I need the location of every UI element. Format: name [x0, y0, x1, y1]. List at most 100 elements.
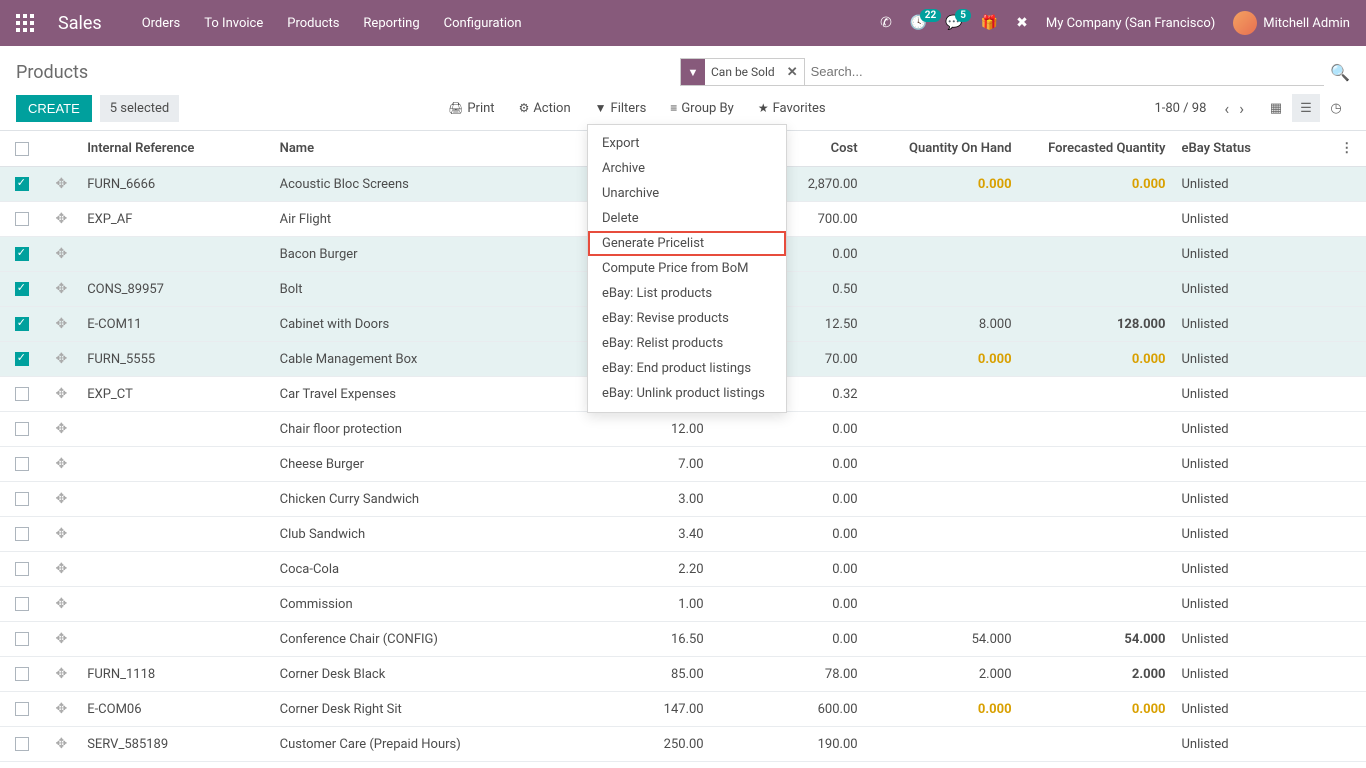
drag-handle-icon[interactable]: ✥ — [56, 351, 68, 367]
drag-handle-icon[interactable]: ✥ — [56, 526, 68, 542]
tools-icon[interactable]: ✖ — [1016, 15, 1028, 31]
view-kanban[interactable]: ▦ — [1262, 94, 1290, 122]
row-checkbox[interactable] — [15, 247, 29, 261]
search-input[interactable] — [805, 58, 1324, 86]
nav-item-products[interactable]: Products — [287, 16, 339, 31]
app-title[interactable]: Sales — [58, 13, 102, 34]
search-icon[interactable]: 🔍 — [1330, 63, 1350, 82]
drag-handle-icon[interactable]: ✥ — [56, 666, 68, 682]
create-button[interactable]: CREATE — [16, 95, 92, 122]
user-menu[interactable]: Mitchell Admin — [1233, 11, 1350, 35]
selected-count[interactable]: 5 selected — [100, 95, 179, 122]
cell-qty — [866, 447, 1020, 482]
row-checkbox[interactable] — [15, 317, 29, 331]
row-checkbox[interactable] — [15, 562, 29, 576]
action-button[interactable]: ⚙Action — [519, 101, 571, 116]
header-fqty[interactable]: Forecasted Quantity — [1020, 131, 1174, 167]
row-checkbox[interactable] — [15, 177, 29, 191]
action-item-export[interactable]: Export — [588, 131, 786, 156]
row-checkbox[interactable] — [15, 457, 29, 471]
row-checkbox[interactable] — [15, 737, 29, 751]
apps-icon[interactable] — [16, 14, 34, 32]
cell-cost: 0.00 — [712, 412, 866, 447]
groupby-button[interactable]: ≡Group By — [670, 101, 734, 116]
row-checkbox[interactable] — [15, 702, 29, 716]
cell-qty — [866, 237, 1020, 272]
drag-handle-icon[interactable]: ✥ — [56, 596, 68, 612]
drag-handle-icon[interactable]: ✥ — [56, 281, 68, 297]
favorites-button[interactable]: ★Favorites — [758, 101, 826, 116]
row-checkbox[interactable] — [15, 387, 29, 401]
print-button[interactable]: 🖨Print — [448, 101, 494, 116]
action-item-unarchive[interactable]: Unarchive — [588, 181, 786, 206]
row-checkbox[interactable] — [15, 492, 29, 506]
nav-item-configuration[interactable]: Configuration — [444, 16, 522, 31]
row-checkbox[interactable] — [15, 422, 29, 436]
cell-qty — [866, 517, 1020, 552]
action-item-ebay-revise-products[interactable]: eBay: Revise products — [588, 306, 786, 331]
action-item-compute-price-from-bom[interactable]: Compute Price from BoM — [588, 256, 786, 281]
facet-remove[interactable]: ✕ — [781, 65, 804, 80]
action-item-generate-pricelist[interactable]: Generate Pricelist — [588, 231, 786, 256]
table-row[interactable]: ✥Commission1.000.00Unlisted — [0, 587, 1366, 622]
row-checkbox[interactable] — [15, 352, 29, 366]
drag-handle-icon[interactable]: ✥ — [56, 421, 68, 437]
pager[interactable]: 1-80 / 98 — [1154, 101, 1206, 116]
row-checkbox[interactable] — [15, 597, 29, 611]
table-row[interactable]: ✥Customizable Desk (CONFIG)750.000.00345… — [0, 762, 1366, 765]
nav-item-orders[interactable]: Orders — [142, 16, 181, 31]
drag-handle-icon[interactable]: ✥ — [56, 491, 68, 507]
table-row[interactable]: ✥FURN_1118Corner Desk Black85.0078.002.0… — [0, 657, 1366, 692]
table-row[interactable]: ✥Coca-Cola2.200.00Unlisted — [0, 552, 1366, 587]
column-options[interactable]: ⋮ — [1340, 141, 1353, 156]
filters-button[interactable]: ▼Filters — [595, 101, 647, 116]
gift-icon[interactable]: 🎁 — [981, 15, 998, 31]
company-selector[interactable]: My Company (San Francisco) — [1046, 16, 1215, 31]
pager-next[interactable]: › — [1239, 99, 1244, 118]
row-checkbox[interactable] — [15, 212, 29, 226]
header-name[interactable]: Name — [272, 131, 631, 167]
drag-handle-icon[interactable]: ✥ — [56, 176, 68, 192]
table-row[interactable]: ✥Conference Chair (CONFIG)16.500.0054.00… — [0, 622, 1366, 657]
nav-item-to-invoice[interactable]: To Invoice — [204, 16, 263, 31]
action-item-ebay-end-product-listings[interactable]: eBay: End product listings — [588, 356, 786, 381]
row-checkbox[interactable] — [15, 527, 29, 541]
nav-menu: Orders To Invoice Products Reporting Configu… — [142, 16, 522, 31]
action-item-ebay-unlink-product-listings[interactable]: eBay: Unlink product listings — [588, 381, 786, 406]
header-qty[interactable]: Quantity On Hand — [866, 131, 1020, 167]
table-row[interactable]: ✥E-COM06Corner Desk Right Sit147.00600.0… — [0, 692, 1366, 727]
row-checkbox[interactable] — [15, 667, 29, 681]
cell-price: 12.00 — [631, 412, 712, 447]
nav-item-reporting[interactable]: Reporting — [363, 16, 419, 31]
drag-handle-icon[interactable]: ✥ — [56, 561, 68, 577]
drag-handle-icon[interactable]: ✥ — [56, 701, 68, 717]
table-row[interactable]: ✥Club Sandwich3.400.00Unlisted — [0, 517, 1366, 552]
phone-icon[interactable]: ✆ — [880, 15, 892, 31]
action-item-ebay-relist-products[interactable]: eBay: Relist products — [588, 331, 786, 356]
view-activity[interactable]: ◷ — [1322, 94, 1350, 122]
action-item-archive[interactable]: Archive — [588, 156, 786, 181]
drag-handle-icon[interactable]: ✥ — [56, 246, 68, 262]
action-item-ebay-list-products[interactable]: eBay: List products — [588, 281, 786, 306]
header-ebay[interactable]: eBay Status — [1173, 131, 1327, 167]
table-row[interactable]: ✥SERV_585189Customer Care (Prepaid Hours… — [0, 727, 1366, 762]
table-row[interactable]: ✥Cheese Burger7.000.00Unlisted — [0, 447, 1366, 482]
drag-handle-icon[interactable]: ✥ — [56, 631, 68, 647]
drag-handle-icon[interactable]: ✥ — [56, 316, 68, 332]
drag-handle-icon[interactable]: ✥ — [56, 386, 68, 402]
drag-handle-icon[interactable]: ✥ — [56, 736, 68, 752]
table-row[interactable]: ✥Chair floor protection12.000.00Unlisted — [0, 412, 1366, 447]
table-row[interactable]: ✥Chicken Curry Sandwich3.000.00Unlisted — [0, 482, 1366, 517]
select-all-checkbox[interactable] — [15, 142, 29, 156]
header-ref[interactable]: Internal Reference — [79, 131, 271, 167]
action-item-delete[interactable]: Delete — [588, 206, 786, 231]
row-checkbox[interactable] — [15, 632, 29, 646]
pager-prev[interactable]: ‹ — [1224, 99, 1229, 118]
cell-ref: FURN_1118 — [79, 657, 271, 692]
view-list[interactable]: ☰ — [1292, 94, 1320, 122]
activities-button[interactable]: 🕓22 — [910, 15, 927, 31]
drag-handle-icon[interactable]: ✥ — [56, 456, 68, 472]
row-checkbox[interactable] — [15, 282, 29, 296]
drag-handle-icon[interactable]: ✥ — [56, 211, 68, 227]
discuss-button[interactable]: 💬5 — [945, 15, 962, 31]
